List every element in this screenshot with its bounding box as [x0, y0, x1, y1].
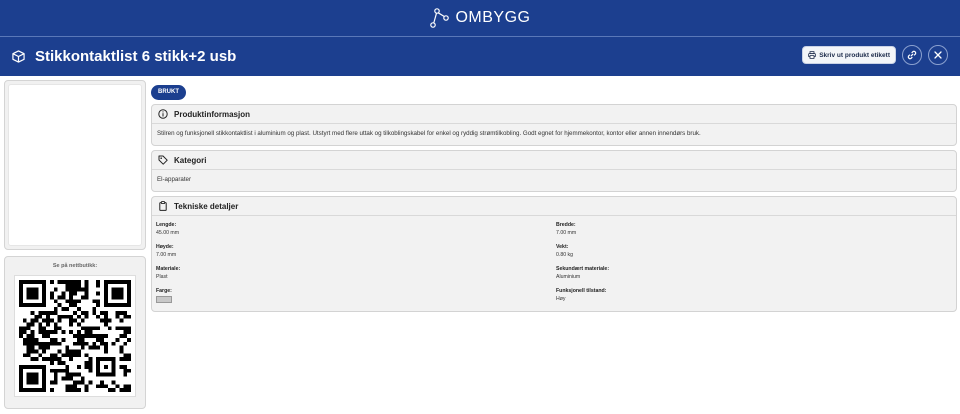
product-info-card: Produktinformasjon Stilren og funksjonel… [151, 104, 957, 146]
link-icon [907, 50, 917, 60]
product-titlebar: Stikkontaktlist 6 stikk+2 usb Skriv ut p… [0, 37, 960, 76]
main-content: BRUKT Produktinformasjon Stilren og funk… [151, 80, 957, 312]
network-nodes-icon [430, 8, 450, 28]
box-icon [12, 50, 26, 64]
top-navbar: OMBYGG [0, 0, 960, 36]
clipboard-icon [159, 201, 167, 211]
close-button[interactable] [928, 45, 948, 65]
product-image-card [4, 80, 146, 250]
category-heading: Kategori [174, 155, 207, 165]
technical-details-header: Tekniske detaljer [152, 197, 956, 216]
brand-name: OMBYGG [455, 9, 531, 26]
tag-icon [158, 155, 168, 165]
print-label-text: Skriv ut produkt etikett [819, 51, 890, 59]
detail-material: Materiale: Plast [156, 266, 181, 280]
brand-logo[interactable]: OMBYGG [429, 7, 530, 29]
print-label-button[interactable]: Skriv ut produkt etikett [802, 46, 896, 64]
left-column: Se på nettbutikk: [4, 80, 146, 409]
copy-link-button[interactable] [902, 45, 922, 65]
technical-details-card: Tekniske detaljer Lengde: 45.00 mm Bredd… [151, 196, 957, 312]
detail-color: Farge: [156, 288, 556, 303]
color-swatch [156, 296, 172, 303]
product-info-header: Produktinformasjon [152, 105, 956, 124]
detail-height: Høyde: 7.00 mm [156, 244, 177, 258]
details-grid: Lengde: 45.00 mm Bredde: 7.00 mm Høyde: … [152, 216, 956, 311]
qr-code-image [19, 280, 131, 392]
detail-length: Lengde: 45.00 mm [156, 222, 180, 236]
qr-card: Se på nettbutikk: [4, 256, 146, 409]
detail-condition: Funksjonell tilstand: Høy [556, 288, 607, 302]
qr-code[interactable] [14, 275, 136, 397]
detail-weight: Vekt: 0.80 kg [556, 244, 574, 258]
product-info-heading: Produktinformasjon [174, 109, 251, 119]
technical-details-heading: Tekniske detaljer [174, 201, 239, 211]
close-icon [934, 51, 942, 59]
info-icon [158, 109, 168, 119]
qr-modules [19, 280, 131, 392]
category-header: Kategori [152, 151, 956, 170]
category-value: El-apparater [157, 176, 192, 183]
category-card: Kategori El-apparater [151, 150, 957, 192]
title-actions: Skriv ut produkt etikett [802, 45, 948, 65]
printer-icon [808, 51, 816, 59]
product-description: Stilren og funksjonell stikkontaktlist i… [157, 130, 701, 137]
detail-width: Bredde: 7.00 mm [556, 222, 577, 236]
qr-label: Se på nettbutikk: [52, 263, 98, 269]
detail-secondary-material: Sekundært materiale: Aluminium [556, 266, 610, 280]
product-image[interactable] [8, 84, 142, 246]
condition-badge: BRUKT [151, 85, 186, 100]
page-title: Stikkontaktlist 6 stikk+2 usb [35, 48, 237, 65]
